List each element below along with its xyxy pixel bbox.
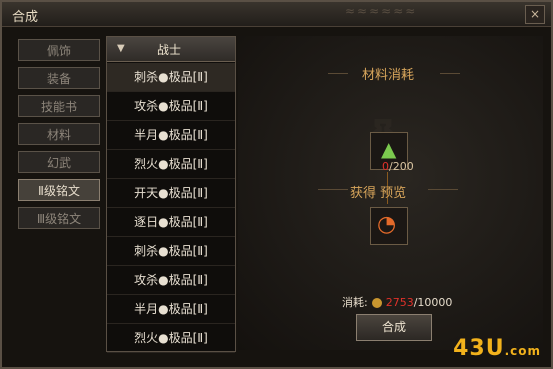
gold-coin-icon — [371, 298, 382, 308]
recipe-item[interactable]: 逐日●极品[Ⅱ] — [107, 208, 235, 237]
nav-button-material[interactable]: 材料 — [18, 123, 100, 145]
nav-button-equipment[interactable]: 装备 — [18, 67, 100, 89]
recipe-item-label: 半月●极品[Ⅱ] — [134, 302, 208, 316]
recipe-item-label: 刺杀●极品[Ⅱ] — [134, 244, 208, 258]
recipe-item-label: 逐日●极品[Ⅱ] — [134, 215, 208, 229]
nav-label: Ⅲ级铭文 — [36, 212, 82, 226]
recipe-item-label: 半月●极品[Ⅱ] — [134, 128, 208, 142]
recipe-item[interactable]: 刺杀●极品[Ⅱ] — [107, 63, 235, 92]
nav-button-level2-inscription[interactable]: Ⅱ级铭文 — [18, 179, 100, 201]
nav-button-accessory[interactable]: 佩饰 — [18, 39, 100, 61]
recipe-item-label: 攻杀●极品[Ⅱ] — [134, 99, 208, 113]
category-nav: 佩饰 装备 技能书 材料 幻武 Ⅱ级铭文 Ⅲ级铭文 — [12, 32, 108, 352]
watermark-logo: 43U.com — [453, 336, 541, 361]
nav-label: 装备 — [46, 72, 71, 86]
class-header-warrior[interactable]: ▼ 战士 — [107, 37, 235, 62]
recipe-item-label: 攻杀●极品[Ⅱ] — [134, 273, 208, 287]
class-header-label: 战士 — [157, 43, 182, 57]
nav-button-level3-inscription[interactable]: Ⅲ级铭文 — [18, 207, 100, 229]
nav-label: Ⅱ级铭文 — [38, 184, 80, 198]
nav-label: 技能书 — [40, 100, 77, 114]
title-bar: 合成 ≈≈≈≈≈≈ × — [2, 2, 551, 27]
recipe-item[interactable]: 开天●极品[Ⅱ] — [107, 179, 235, 208]
cost-current: 2753 — [385, 296, 414, 309]
slash-skill-icon: ◔ — [377, 212, 397, 237]
nav-label: 幻武 — [46, 156, 71, 170]
recipe-item[interactable]: 烈火●极品[Ⅱ] — [107, 324, 235, 353]
chevron-down-icon: ▼ — [117, 43, 125, 54]
divider — [428, 189, 458, 190]
divider — [318, 189, 348, 190]
recipe-item[interactable]: 半月●极品[Ⅱ] — [107, 121, 235, 150]
nav-label: 佩饰 — [46, 44, 71, 58]
recipe-item[interactable]: 攻杀●极品[Ⅱ] — [107, 92, 235, 121]
divider — [328, 73, 348, 74]
materials-header: 材料消耗 — [362, 68, 415, 83]
result-slot[interactable]: ◔ — [370, 207, 408, 245]
recipe-item-label: 烈火●极品[Ⅱ] — [134, 331, 208, 345]
cost-label: 消耗: — [342, 296, 368, 309]
recipe-item-label: 开天●极品[Ⅱ] — [134, 186, 208, 200]
material-need: /200 — [389, 160, 414, 173]
recipe-item[interactable]: 刺杀●极品[Ⅱ] — [107, 237, 235, 266]
cost-row: 消耗: 2753/10000 — [342, 294, 452, 310]
close-icon: × — [529, 7, 541, 21]
recipe-item[interactable]: 攻杀●极品[Ⅱ] — [107, 266, 235, 295]
craft-button[interactable]: 合成 — [356, 314, 432, 341]
recipe-list: ▼ 战士 刺杀●极品[Ⅱ] 攻杀●极品[Ⅱ] 半月●极品[Ⅱ] 烈火●极品[Ⅱ]… — [106, 36, 236, 353]
window-title: 合成 — [12, 10, 39, 25]
recipe-item-label: 烈火●极品[Ⅱ] — [134, 157, 208, 171]
recipe-item[interactable]: 半月●极品[Ⅱ] — [107, 295, 235, 324]
divider — [440, 73, 460, 74]
crafting-window: 合成 ≈≈≈≈≈≈ × 佩饰 装备 技能书 材料 幻武 Ⅱ级铭文 Ⅲ级铭文 ▼ … — [0, 0, 553, 369]
nav-button-skill-book[interactable]: 技能书 — [18, 95, 100, 117]
nav-button-phantom-weapon[interactable]: 幻武 — [18, 151, 100, 173]
triangle-material-icon: ▲ — [381, 137, 397, 161]
close-button[interactable]: × — [525, 5, 545, 24]
dragon-ornament: ≈≈≈≈≈≈ — [345, 4, 418, 18]
result-header: 获得 预览 — [350, 186, 407, 201]
nav-label: 材料 — [46, 128, 71, 142]
recipe-item-label: 刺杀●极品[Ⅱ] — [134, 70, 208, 84]
recipe-item[interactable]: 烈火●极品[Ⅱ] — [107, 150, 235, 179]
cost-required: /10000 — [413, 296, 453, 309]
